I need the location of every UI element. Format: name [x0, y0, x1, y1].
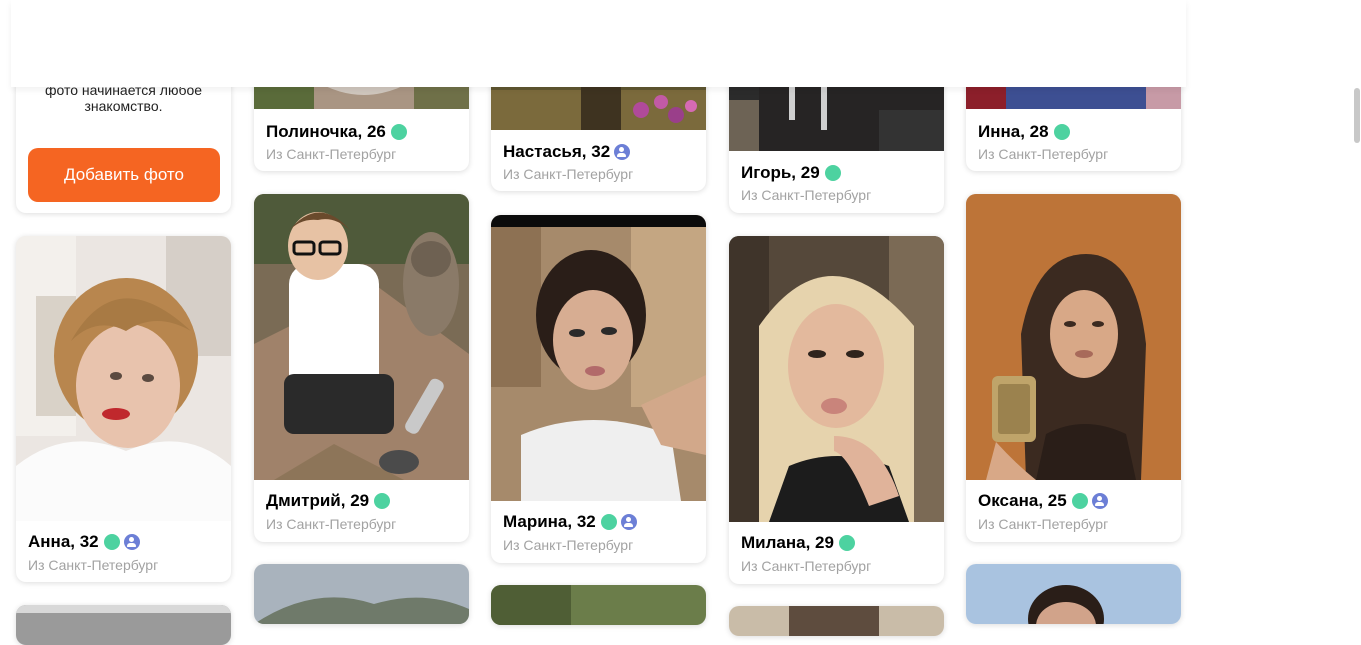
profile-photo[interactable]	[729, 606, 944, 636]
profile-city: Из Санкт-Петербург	[503, 166, 634, 182]
top-header-bar	[11, 0, 1186, 87]
profile-photo[interactable]	[16, 605, 231, 645]
online-status-icon	[1053, 124, 1070, 140]
profile-photo[interactable]	[491, 215, 706, 501]
profile-photo[interactable]	[16, 236, 231, 521]
profile-city: Из Санкт-Петербург	[978, 146, 1109, 162]
profile-photo[interactable]	[254, 564, 469, 624]
profile-city: Из Санкт-Петербург	[978, 516, 1109, 532]
verified-user-icon	[614, 144, 631, 160]
profile-name[interactable]: Дмитрий, 29	[266, 491, 391, 511]
online-status-icon	[390, 124, 407, 140]
profile-city: Из Санкт-Петербург	[741, 187, 872, 203]
profile-name[interactable]: Инна, 28	[978, 122, 1070, 142]
profile-name[interactable]: Анна, 32	[28, 532, 140, 552]
profile-card-partial[interactable]	[16, 605, 231, 645]
online-status-icon	[1071, 493, 1088, 509]
profile-photo[interactable]	[966, 194, 1181, 480]
verified-user-icon	[123, 534, 140, 550]
profile-name[interactable]: Настасья, 32	[503, 142, 631, 162]
online-status-icon	[838, 535, 855, 551]
profile-photo[interactable]	[254, 194, 469, 480]
profile-city: Из Санкт-Петербург	[266, 516, 397, 532]
scrollbar-thumb[interactable]	[1354, 88, 1360, 143]
profile-photo[interactable]	[491, 585, 706, 625]
profile-card[interactable]: Дмитрий, 29 Из Санкт-Петербург	[254, 194, 469, 542]
profile-card-partial[interactable]	[491, 585, 706, 625]
verified-user-icon	[1091, 493, 1108, 509]
profile-city: Из Санкт-Петербург	[28, 557, 159, 573]
profile-name[interactable]: Оксана, 25	[978, 491, 1108, 511]
profile-card[interactable]: Милана, 29 Из Санкт-Петербург	[729, 236, 944, 584]
profile-city: Из Санкт-Петербург	[503, 537, 634, 553]
profile-photo[interactable]	[729, 236, 944, 522]
profile-card-partial[interactable]	[729, 606, 944, 636]
online-status-icon	[824, 165, 841, 181]
profile-name[interactable]: Полиночка, 26	[266, 122, 407, 142]
profile-card[interactable]: Анна, 32 Из Санкт-Петербург	[16, 236, 231, 582]
online-status-icon	[600, 514, 617, 530]
profile-card[interactable]: Марина, 32 Из Санкт-Петербург	[491, 215, 706, 563]
profile-city: Из Санкт-Петербург	[741, 558, 872, 574]
profile-name[interactable]: Милана, 29	[741, 533, 855, 553]
verified-user-icon	[620, 514, 637, 530]
profile-card-partial[interactable]	[966, 564, 1181, 624]
profile-card[interactable]: Оксана, 25 Из Санкт-Петербург	[966, 194, 1181, 542]
profile-name[interactable]: Марина, 32	[503, 512, 637, 532]
add-photo-button[interactable]: Добавить фото	[28, 148, 220, 202]
profile-card-partial[interactable]	[254, 564, 469, 624]
profile-city: Из Санкт-Петербург	[266, 146, 397, 162]
online-status-icon	[103, 534, 120, 550]
profile-name[interactable]: Игорь, 29	[741, 163, 841, 183]
profile-photo[interactable]	[966, 564, 1181, 624]
online-status-icon	[374, 493, 391, 509]
